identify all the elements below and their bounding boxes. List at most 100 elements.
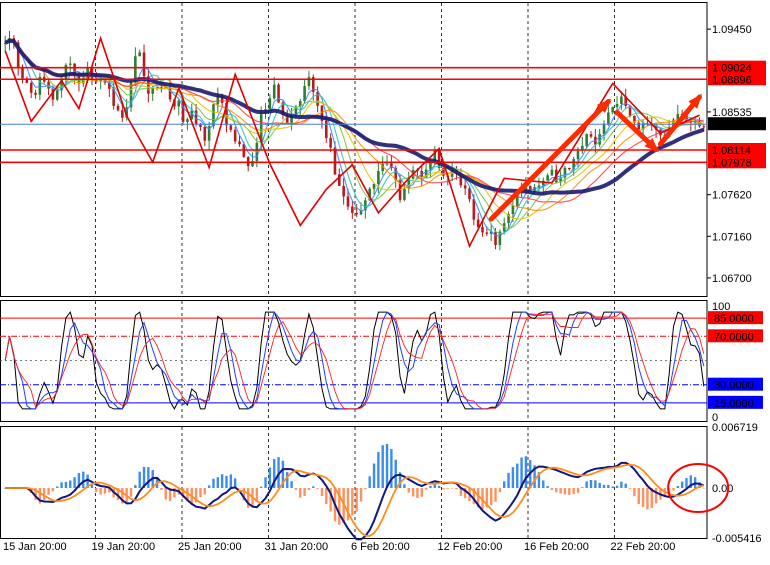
candle-body [21, 67, 24, 79]
macd-histogram-bar [637, 488, 640, 504]
macd-histogram-bar [260, 486, 263, 489]
candle-body [611, 107, 615, 113]
macd-histogram-bar [134, 485, 137, 489]
macd-histogram-bar [685, 478, 688, 489]
macd-histogram-bar [585, 481, 588, 489]
candle-body [346, 196, 350, 207]
macd-histogram-bar [702, 488, 706, 489]
y-tick-label: 1.07620 [712, 190, 752, 202]
macd-histogram-bar [576, 488, 580, 493]
macd-histogram-bar [207, 485, 211, 489]
macd-histogram-bar [160, 488, 163, 490]
current-price-label: 1.08399 [712, 119, 752, 131]
macd-histogram-bar [524, 456, 528, 489]
macd-histogram-bar [503, 481, 506, 489]
candle-body [355, 212, 358, 215]
macd-histogram-bar [641, 488, 645, 508]
macd-histogram-bar [611, 486, 614, 489]
candle-body [576, 150, 580, 160]
macd-histogram-bar [82, 471, 85, 489]
macd-histogram-bar [607, 484, 610, 489]
macd-histogram-bar [568, 488, 571, 495]
candle-body [186, 119, 189, 122]
macd-histogram-bar [602, 484, 606, 489]
macd-histogram-bar [442, 488, 445, 490]
macd-histogram-bar [633, 488, 636, 497]
macd-histogram-bar [589, 480, 593, 489]
candle-body [481, 227, 484, 233]
price-level-label: 1.07978 [712, 157, 752, 169]
macd-histogram-bar [325, 488, 328, 505]
macd-histogram-bar [498, 488, 502, 493]
x-axis-label: 31 Jan 20:00 [265, 541, 329, 553]
candle-body [177, 100, 181, 107]
macd-histogram-bar [307, 488, 311, 491]
macd-histogram-bar [368, 476, 371, 489]
candle-body [329, 138, 332, 148]
candle-body [568, 167, 571, 170]
macd-histogram-bar [489, 488, 493, 506]
oscillator-level-label: 85.0000 [714, 313, 754, 325]
chart-window: 15 Jan 20:00 19 Jan 20:00 25 Jan 20:00 31 J… [0, 0, 770, 560]
candle-body [324, 120, 328, 139]
macd-histogram-bar [381, 445, 384, 489]
macd-histogram-bar [129, 488, 133, 497]
x-axis-label: 19 Jan 20:00 [92, 541, 156, 553]
macd-histogram-bar [372, 463, 376, 489]
macd-histogram-bar [563, 488, 567, 495]
macd-histogram-bar [446, 488, 449, 489]
macd-histogram-bar [559, 488, 562, 494]
candle-body [268, 98, 272, 110]
macd-histogram-bar [572, 488, 575, 495]
macd-histogram-bar [73, 477, 76, 489]
macd-histogram-bar [550, 488, 554, 491]
macd-y-tick: 0.00 [712, 483, 733, 495]
candle-body [116, 105, 120, 111]
macd-histogram-bar [654, 488, 658, 504]
candle-body [472, 199, 476, 220]
macd-histogram-bar [516, 463, 519, 489]
candle-body [342, 185, 345, 197]
macd-histogram-bar [450, 488, 454, 489]
macd-histogram-bar [377, 452, 380, 489]
y-tick-label: 1.07160 [712, 231, 752, 243]
macd-histogram-bar [286, 472, 289, 489]
macd-histogram-bar [60, 482, 63, 489]
macd-histogram-bar [429, 485, 432, 489]
macd-histogram-bar [203, 488, 206, 495]
macd-histogram-bar [229, 474, 233, 489]
price-level-label: 1.08114 [712, 145, 751, 157]
macd-histogram-bar [581, 487, 584, 489]
candle-body [511, 205, 515, 215]
oscillator-level-label: 30.0000 [714, 380, 754, 392]
macd-histogram-bar [264, 477, 267, 489]
macd-histogram-bar [147, 467, 150, 489]
candle-body [121, 110, 124, 118]
candle-body [181, 100, 185, 122]
macd-histogram-bar [511, 467, 515, 489]
x-axis-label: 22 Feb 20:00 [611, 541, 676, 553]
candle-body [550, 169, 554, 176]
macd-histogram-bar [494, 488, 497, 502]
forex-chart: 15 Jan 20:00 19 Jan 20:00 25 Jan 20:00 31 J… [0, 2, 766, 553]
candle-body [29, 82, 33, 93]
macd-histogram-bar [355, 488, 358, 512]
macd-histogram-bar [411, 488, 415, 497]
oscillator-level-label: 70.0000 [714, 331, 754, 343]
macd-histogram-bar [316, 488, 319, 489]
macd-histogram-bar [290, 481, 293, 489]
macd-histogram-bar [225, 475, 228, 489]
candle-body [203, 126, 207, 141]
candle-body [585, 134, 588, 146]
candle-body [485, 232, 489, 234]
macd-histogram-bar [407, 488, 410, 493]
macd-histogram-bar [455, 488, 458, 490]
candle-body [602, 123, 606, 135]
macd-histogram-bar [56, 486, 59, 489]
macd-histogram-bar [624, 483, 627, 489]
macd-histogram-bar [546, 486, 549, 489]
macd-histogram-bar [351, 488, 354, 516]
candle-body [615, 103, 619, 108]
candle-body [138, 52, 141, 57]
candle-body [68, 63, 72, 65]
